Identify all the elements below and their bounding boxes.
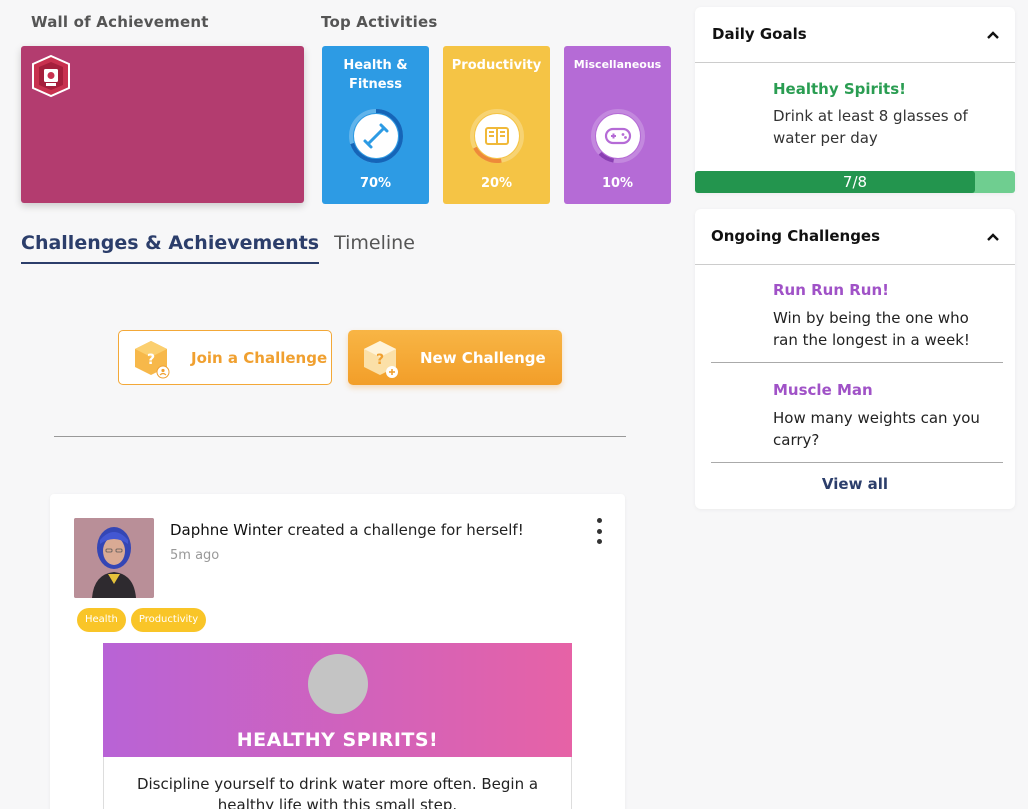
tab-challenges-achievements[interactable]: Challenges & Achievements — [21, 232, 320, 264]
avatar[interactable] — [74, 518, 154, 598]
challenge-banner[interactable]: HEALTHY SPIRITS! — [103, 643, 572, 757]
more-options-icon[interactable] — [594, 518, 604, 544]
goal-description: Drink at least 8 glasses of water per da… — [773, 107, 968, 147]
activity-percent: 20% — [480, 176, 513, 191]
activity-label: Productivity — [451, 58, 542, 73]
post-tags: Health Productivity — [77, 608, 207, 632]
chevron-up-icon[interactable] — [985, 27, 1001, 43]
challenge-image-placeholder — [307, 654, 368, 714]
tag-health[interactable]: Health — [77, 608, 126, 632]
challenge-item-desc: Win by being the one who ran the longest… — [773, 309, 970, 349]
goal-progress-bar: 7/8 — [695, 171, 1015, 193]
wall-of-achievement[interactable] — [21, 46, 304, 203]
ongoing-challenge-item[interactable]: Muscle Man How many weights can you carr… — [711, 363, 1003, 463]
new-challenge-label: New Challenge — [420, 348, 546, 367]
goal-title: Healthy Spirits! — [773, 80, 907, 98]
top-activities-title: Top Activities — [321, 13, 438, 31]
tag-productivity[interactable]: Productivity — [130, 608, 207, 632]
daily-goals-header[interactable]: Daily Goals — [695, 7, 1015, 63]
join-challenge-button[interactable]: ? Join a Challenge — [118, 330, 332, 385]
challenge-item-desc: How many weights can you carry? — [773, 409, 980, 449]
tab-bar: Challenges & Achievements Timeline — [21, 232, 415, 264]
activity-label: Miscellaneous — [573, 58, 662, 71]
feed-post-card: Daphne Winter created a challenge for he… — [50, 494, 625, 809]
progress-ring — [469, 109, 524, 163]
chevron-up-icon[interactable] — [985, 229, 1001, 245]
ongoing-challenges-panel: Ongoing Challenges Run Run Run! Win by b… — [695, 209, 1015, 509]
achievement-badge-icon[interactable] — [29, 54, 73, 98]
goal-progress-label: 7/8 — [842, 173, 868, 191]
post-action: created a challenge for herself! — [282, 521, 524, 539]
post-timestamp: 5m ago — [170, 548, 220, 563]
view-all-link[interactable]: View all — [695, 475, 1015, 493]
challenge-title: HEALTHY SPIRITS! — [236, 729, 439, 751]
challenge-description: Discipline yourself to drink water more … — [103, 757, 572, 809]
new-challenge-button[interactable]: ? New Challenge — [348, 330, 562, 385]
post-author[interactable]: Daphne Winter — [170, 521, 283, 539]
activity-percent: 10% — [601, 176, 634, 191]
ongoing-challenges-header[interactable]: Ongoing Challenges — [695, 209, 1015, 265]
activity-card-miscellaneous[interactable]: Miscellaneous 10% — [564, 46, 671, 204]
tab-timeline[interactable]: Timeline — [334, 232, 415, 264]
svg-text:?: ? — [376, 352, 384, 368]
question-cube-plus-icon: ? — [364, 340, 398, 378]
join-challenge-label: Join a Challenge — [191, 348, 328, 367]
progress-ring — [590, 109, 645, 163]
activity-card-productivity[interactable]: Productivity 20% — [443, 46, 550, 204]
post-text: Daphne Winter created a challenge for he… — [170, 521, 524, 539]
activity-label: Health & Fitness — [343, 58, 408, 92]
section-divider — [54, 436, 626, 437]
daily-goals-panel: Daily Goals Healthy Spirits! Drink at le… — [695, 7, 1015, 193]
challenge-item-title: Muscle Man — [773, 381, 873, 399]
activity-percent: 70% — [359, 176, 392, 191]
ongoing-challenge-item[interactable]: Run Run Run! Win by being the one who ra… — [711, 263, 1003, 363]
progress-ring — [348, 109, 403, 163]
question-cube-icon: ? — [135, 340, 170, 378]
daily-goals-title: Daily Goals — [712, 25, 807, 43]
wall-of-achievement-title: Wall of Achievement — [31, 13, 209, 31]
svg-text:?: ? — [147, 352, 155, 368]
ongoing-challenges-title: Ongoing Challenges — [711, 227, 881, 245]
activity-card-health-fitness[interactable]: Health & Fitness 70% — [322, 46, 429, 204]
challenge-item-title: Run Run Run! — [773, 281, 890, 299]
